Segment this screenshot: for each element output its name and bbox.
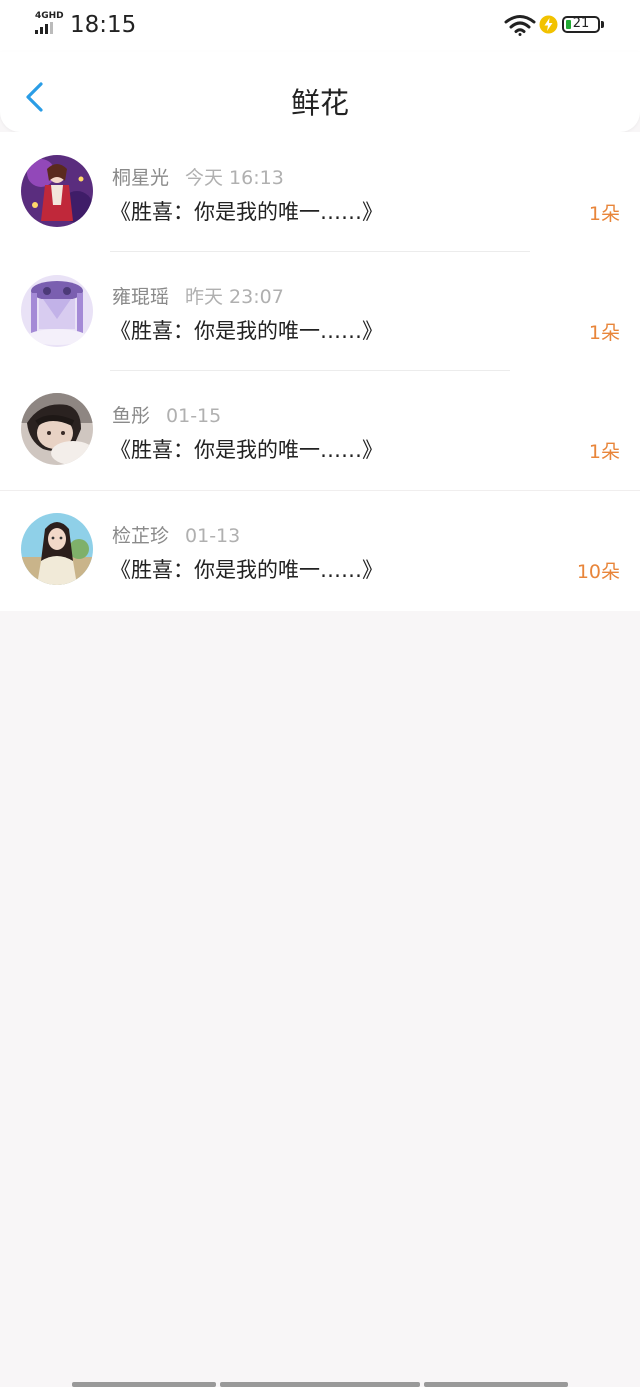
home-indicator[interactable] [220, 1382, 420, 1387]
nav-bar-segment[interactable] [72, 1382, 216, 1387]
flower-list: 桐星光 今天 16:13 《胜喜：你是我的唯一……》 1朵 雍琨瑶 昨天 23:07… [0, 132, 640, 611]
item-meta: 鱼彤 01-15 [112, 401, 221, 428]
list-item[interactable]: 雍琨瑶 昨天 23:07 《胜喜：你是我的唯一……》 1朵 [0, 251, 640, 371]
sent-time: 01-13 [185, 525, 241, 547]
flower-count: 1朵 [588, 322, 620, 344]
status-time: 18:15 [70, 12, 137, 38]
status-bar: 4GHD 18:15 21 [0, 0, 640, 52]
item-message: 《胜喜：你是我的唯一……》 [110, 558, 383, 582]
wifi-icon [504, 15, 536, 36]
sent-time: 昨天 23:07 [185, 286, 284, 308]
item-message: 《胜喜：你是我的唯一……》 [110, 319, 383, 343]
item-meta: 检芷珍 01-13 [112, 521, 240, 548]
sender-name: 鱼彤 [112, 405, 151, 427]
avatar[interactable] [21, 393, 93, 465]
avatar[interactable] [21, 275, 93, 347]
sent-time: 01-15 [166, 405, 222, 427]
nav-header: 鲜花 [0, 52, 640, 132]
flower-count: 1朵 [588, 203, 620, 225]
battery-percent: 21 [572, 16, 590, 31]
item-message: 《胜喜：你是我的唯一……》 [110, 438, 383, 462]
flower-count: 10朵 [576, 561, 620, 583]
network-type: 4GHD [35, 11, 64, 21]
nav-bar-segment[interactable] [424, 1382, 568, 1387]
item-meta: 桐星光 今天 16:13 [112, 163, 284, 190]
item-meta: 雍琨瑶 昨天 23:07 [112, 282, 284, 309]
battery-icon: 21 [562, 16, 600, 33]
list-item[interactable]: 检芷珍 01-13 《胜喜：你是我的唯一……》 10朵 [0, 491, 640, 611]
battery-cap [601, 21, 604, 28]
avatar[interactable] [21, 155, 93, 227]
sender-name: 检芷珍 [112, 525, 170, 547]
sent-time: 今天 16:13 [185, 167, 284, 189]
flower-count: 1朵 [588, 441, 620, 463]
sender-name: 雍琨瑶 [112, 286, 170, 308]
signal-icon [35, 22, 61, 34]
page-title: 鲜花 [290, 86, 349, 120]
item-message: 《胜喜：你是我的唯一……》 [110, 200, 383, 224]
sender-name: 桐星光 [112, 167, 170, 189]
list-item[interactable]: 鱼彤 01-15 《胜喜：你是我的唯一……》 1朵 [0, 371, 640, 491]
avatar[interactable] [21, 513, 93, 585]
charging-icon [539, 15, 558, 34]
list-item[interactable]: 桐星光 今天 16:13 《胜喜：你是我的唯一……》 1朵 [0, 132, 640, 252]
